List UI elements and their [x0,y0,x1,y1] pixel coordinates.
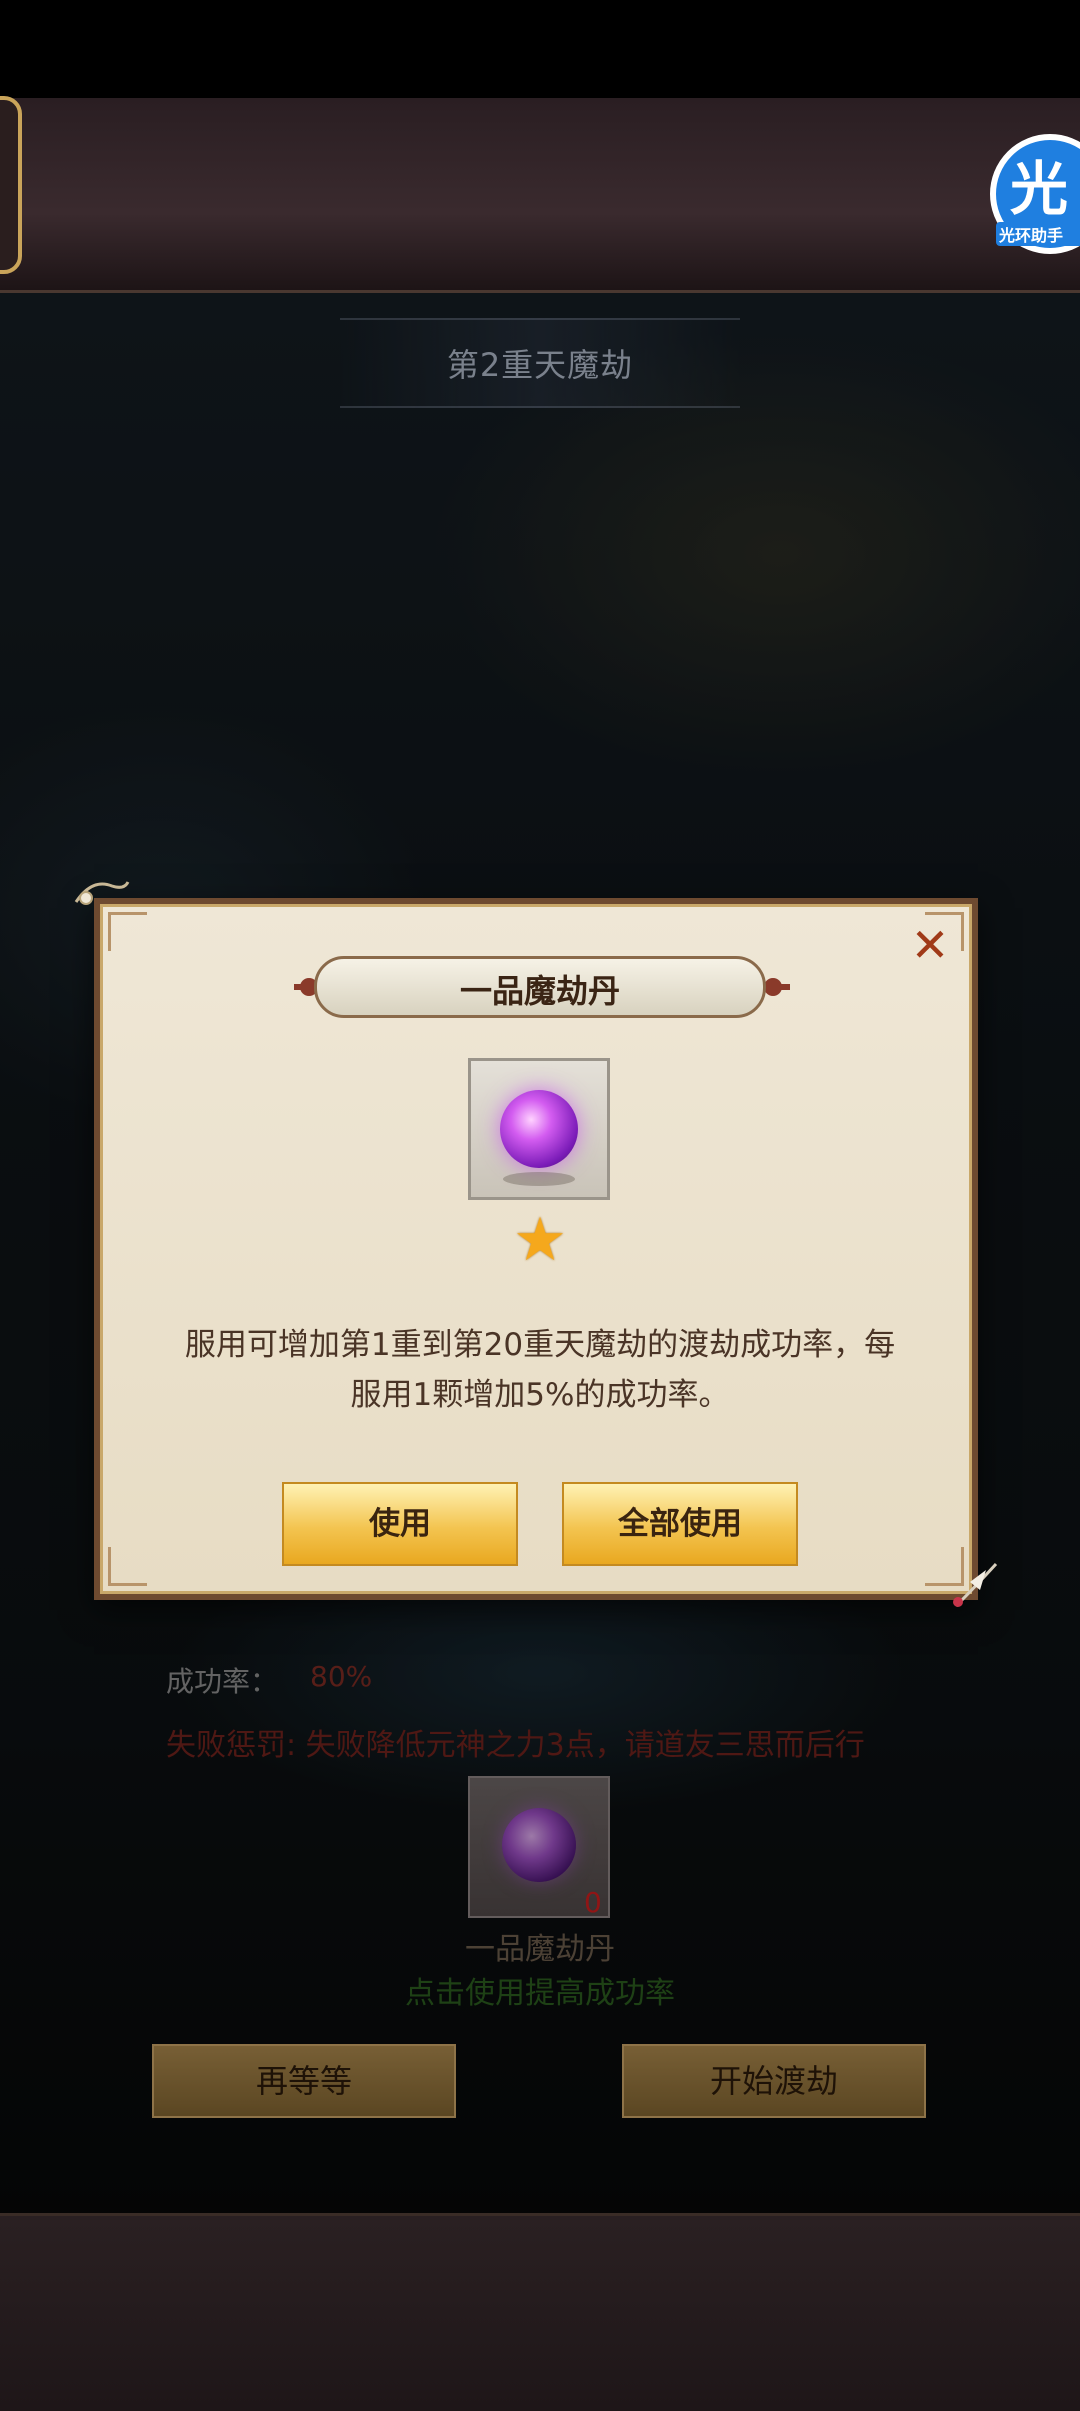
use-button[interactable]: 使用 [282,1482,518,1566]
close-icon[interactable]: ✕ [908,918,952,972]
description-line: 服用可增加第1重到第20重天魔劫的渡劫成功率，每 [184,1327,896,1363]
pill-shadow [503,1172,575,1186]
status-bar [0,0,1080,98]
assistant-badge-label: 光环助手 [996,222,1080,246]
banner-knob [764,978,782,996]
star-icon: ★ [513,1205,567,1275]
modal-corner-ornament [108,912,147,951]
flower-ornament-icon [74,881,130,905]
left-edge-frame[interactable] [0,96,22,274]
top-banner [0,98,1080,293]
purple-pill-icon [500,1090,578,1168]
assistant-badge-char: 光 [1010,155,1069,223]
use-all-button[interactable]: 全部使用 [562,1482,798,1566]
flower-ornament-icon [953,1562,998,1608]
item-title: 一品魔劫丹 [459,972,620,1010]
modal-corner-ornament [108,1547,147,1586]
bottom-banner [0,2213,1080,2411]
description-line: 服用1颗增加5%的成功率。 [350,1377,730,1413]
item-description: 服用可增加第1重到第20重天魔劫的渡劫成功率，每 服用1颗增加5%的成功率。 [140,1320,940,1420]
